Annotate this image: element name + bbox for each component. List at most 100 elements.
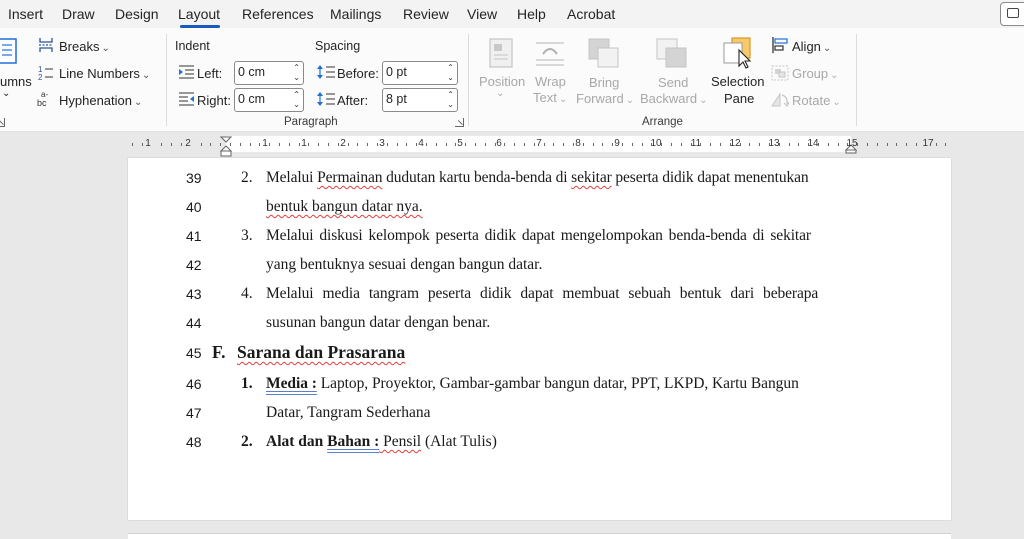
body-line[interactable]: Melalui Permainan dudutan kartu benda-be… [266,169,809,187]
spin-arrows-icon[interactable]: ⌃ ⌄ [293,90,300,110]
list-marker: 4. [241,285,253,302]
wrap-label-1[interactable]: Wrap [535,74,566,89]
indent-marker-icon[interactable] [220,136,232,158]
ruler-tick [622,143,623,146]
spin-arrows-icon[interactable]: ⌃ ⌄ [447,90,454,110]
line-number: 41 [186,228,202,244]
position-label[interactable]: Position [479,74,525,89]
ruler-tick [759,143,761,146]
body-line[interactable]: Melalui media tangram peserta didik dapa… [266,285,818,303]
wrap-text-icon[interactable] [535,40,565,66]
bring-forward-button[interactable]: Forward ⌄ [576,91,634,106]
list-marker: 2. [241,169,253,186]
line-numbers-button[interactable]: Line Numbers ⌄ [59,66,150,81]
ruler-tick [886,143,888,146]
ruler-number: 1 [301,138,307,149]
ruler-tick [288,143,290,146]
paragraph-launcher[interactable] [455,118,464,127]
spacing-after-label: After: [337,93,369,108]
ruler-tick [220,143,222,146]
rotate-icon [771,92,789,107]
ruler-number: 2 [340,138,346,149]
body-line[interactable]: Datar, Tangram Sederhana [266,404,431,422]
body-line[interactable]: Media : Laptop, Proyektor, Gambar-gambar… [266,375,799,393]
group-button[interactable]: Group ⌄ [792,66,839,81]
tab-review[interactable]: Review [403,6,449,22]
tab-design[interactable]: Design [115,6,159,22]
body-line[interactable]: Alat dan Bahan : Pensil (Alat Tulis) [266,433,497,451]
tab-view[interactable]: View [467,6,497,22]
bring-label-1[interactable]: Bring [589,75,619,90]
tab-insert[interactable]: Insert [8,6,43,22]
ruler-tick [494,143,496,146]
ruler-tick [808,143,810,146]
bring-forward-icon[interactable] [588,38,620,68]
body-line[interactable]: bentuk bangun datar nya. [266,198,423,216]
columns-caret[interactable]: ⌄ [2,88,10,99]
align-button[interactable]: Align ⌄ [792,39,831,54]
svg-text:bc: bc [37,98,47,107]
ruler-tick [141,143,143,146]
send-backward-icon[interactable] [656,38,688,68]
columns-icon[interactable] [0,38,18,66]
chevron-down-icon: ⌄ [101,43,110,54]
chevron-down-icon: ⌄ [830,70,839,81]
line-number: 46 [186,376,202,392]
tab-mailings[interactable]: Mailings [330,6,381,22]
spin-arrows-icon[interactable]: ⌃ ⌄ [447,63,454,83]
chevron-down-icon: ⌄ [141,70,151,81]
ruler-tick [524,143,525,146]
ruler-number: 9 [614,138,620,149]
hyphenation-button[interactable]: Hyphenation ⌄ [59,93,142,108]
indent-left-field[interactable]: 0 cm ⌃ ⌄ [234,61,304,85]
spin-arrows-icon[interactable]: ⌃ ⌄ [293,63,300,83]
selection-pane-icon[interactable] [722,37,754,69]
ruler-tick [386,143,388,146]
ruler-tick [769,143,770,146]
ribbon-divider [468,34,469,126]
tab-acrobat[interactable]: Acrobat [567,6,615,22]
spacing-before-field[interactable]: 0 pt ⌃ ⌄ [382,61,458,85]
selection-label-1[interactable]: Selection [711,74,764,89]
selection-label-2[interactable]: Pane [724,91,754,106]
tab-references[interactable]: References [242,6,314,22]
line-number: 40 [186,199,202,215]
spacing-after-field[interactable]: 8 pt ⌃ ⌄ [382,88,458,112]
wrap-text-button[interactable]: Text ⌄ [533,90,567,105]
ruler-tick [778,143,780,146]
send-label-1[interactable]: Send [658,75,688,90]
rotate-button[interactable]: Rotate ⌄ [792,93,841,108]
ruler-tick [631,143,633,146]
ruler-tick [582,143,584,146]
ruler-tick [563,143,565,146]
tab-help[interactable]: Help [517,6,546,22]
position-icon[interactable] [488,38,514,68]
section-heading[interactable]: Sarana dan Prasarana [237,342,405,363]
body-line[interactable]: Melalui diskusi kelompok peserta didik d… [266,227,811,245]
ruler-tick [318,143,320,146]
ruler-tick [210,143,212,146]
horizontal-ruler[interactable]: 1 2 1 1 2 3 4 5 6 7 8 9 10 11 12 13 14 15 17 [128,136,952,157]
page-setup-launcher[interactable] [0,118,5,127]
tab-draw[interactable]: Draw [62,6,95,22]
ruler-tick [651,143,653,146]
ruler-tick [867,143,868,146]
ruler-tick [543,143,545,146]
document-page[interactable]: 39 2. Melalui Permainan dudutan kartu be… [128,158,951,520]
paragraph-group-label: Paragraph [284,116,338,128]
line-number: 48 [186,434,202,450]
breaks-button[interactable]: Breaks ⌄ [59,39,110,54]
columns-label[interactable]: umns [0,74,32,89]
tab-layout[interactable]: Layout [178,6,220,22]
ruler-number: 1 [145,138,151,149]
body-line[interactable]: susunan bangun datar dengan benar. [266,314,490,332]
body-line[interactable]: yang bentuknya sesuai dengan bangun data… [266,256,542,274]
send-backward-button[interactable]: Backward ⌄ [640,91,707,106]
indent-right-field[interactable]: 0 cm ⌃ ⌄ [234,88,304,112]
comments-button[interactable] [1000,2,1024,26]
ruler-tick [729,143,731,146]
list-marker: 3. [241,227,253,244]
ruler-tick [230,143,231,146]
ruler-tick [945,143,947,146]
group-icon [771,65,789,81]
